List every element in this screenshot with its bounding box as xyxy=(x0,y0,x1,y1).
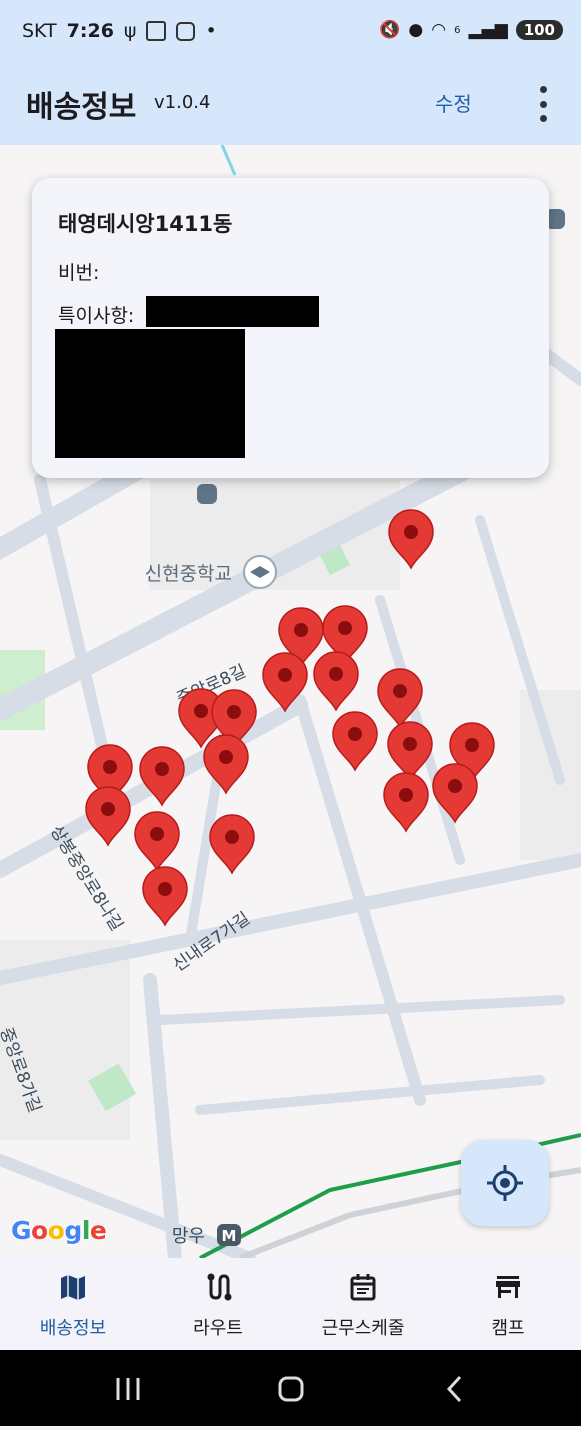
edit-button[interactable]: 수정 xyxy=(435,88,472,117)
nav-item-camp[interactable]: 캠프 xyxy=(472,1258,544,1350)
clock: 7:26 xyxy=(66,20,114,42)
bus-stop-icon xyxy=(197,484,217,504)
password-label: 비번: xyxy=(58,262,100,284)
nav-label: 근무스케줄 xyxy=(321,1318,405,1339)
home-icon[interactable] xyxy=(278,1376,304,1402)
mute-icon: 🔇 xyxy=(379,20,401,40)
more-vert-icon[interactable] xyxy=(530,84,556,124)
station-label: 망우 xyxy=(172,1226,205,1247)
wifi-icon: ◠ xyxy=(431,20,447,40)
google-logo: Google xyxy=(11,1216,107,1245)
delivery-info-card[interactable]: 태영데시앙1411동 비번: 특이사항: xyxy=(32,178,549,478)
page-title: 배송정보 xyxy=(26,90,137,125)
instagram-icon xyxy=(176,21,196,41)
nav-label: 라우트 xyxy=(193,1318,243,1339)
metro-badge: M xyxy=(222,1227,237,1245)
location-icon: ● xyxy=(408,20,424,40)
store-icon xyxy=(477,1270,539,1304)
screenshot-icon xyxy=(146,21,167,41)
nav-item-route[interactable]: 라우트 xyxy=(173,1258,263,1350)
nav-label: 캠프 xyxy=(491,1318,525,1339)
redacted-block xyxy=(55,329,245,458)
nav-item-delivery-info[interactable]: 배송정보 xyxy=(28,1258,118,1350)
building-name: 태영데시앙1411동 xyxy=(58,212,233,236)
notes-label: 특이사항: xyxy=(58,305,135,327)
app-bar: 배송정보 v1.0.4 수정 xyxy=(0,62,581,145)
wifi-6-label: 6 xyxy=(454,24,461,36)
my-location-button[interactable] xyxy=(461,1140,549,1226)
school-label: 신현중학교 xyxy=(145,563,232,585)
map-icon xyxy=(42,1270,104,1304)
bottom-navigation: 배송정보 라우트 근무스케줄 캠프 xyxy=(0,1258,581,1350)
battery-badge: 100 xyxy=(515,20,563,40)
system-navigation-bar xyxy=(0,1350,581,1426)
status-bar: SKT 7:26 ψ • 🔇 ● ◠ 6 ▂▄▆ 100 xyxy=(0,0,581,62)
back-icon[interactable] xyxy=(446,1375,462,1403)
nav-item-schedule[interactable]: 근무스케줄 xyxy=(312,1258,414,1350)
recent-apps-icon[interactable] xyxy=(116,1378,140,1400)
crosshair-icon xyxy=(487,1165,523,1201)
route-icon xyxy=(187,1270,249,1304)
usb-icon: ψ xyxy=(123,20,137,42)
nav-label: 배송정보 xyxy=(39,1318,107,1339)
signal-icon: ▂▄▆ xyxy=(468,20,508,40)
redacted-block xyxy=(146,296,319,327)
dot-icon: • xyxy=(205,20,217,42)
calendar-icon xyxy=(332,1270,394,1304)
app-version: v1.0.4 xyxy=(154,92,211,113)
carrier-label: SKT xyxy=(22,20,57,42)
